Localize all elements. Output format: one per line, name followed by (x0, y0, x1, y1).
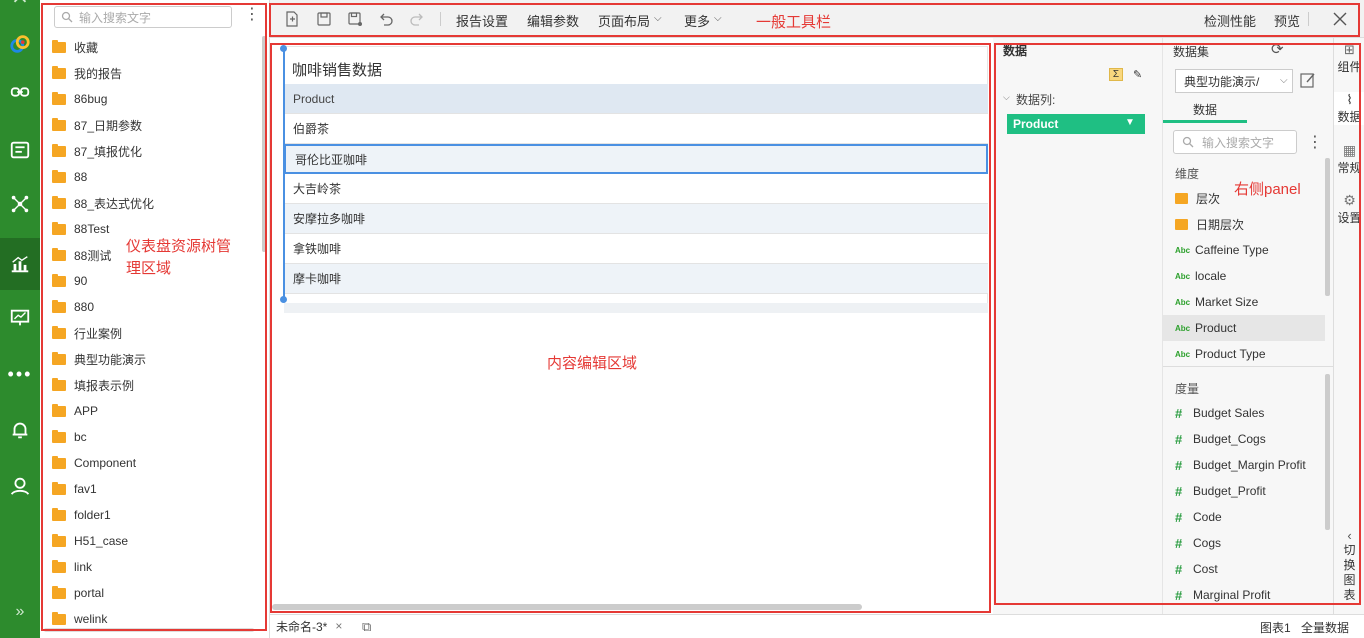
report-tab[interactable]: 未命名-3* × (270, 615, 350, 637)
tree-annotation: 仪表盘资源树管理区域 (126, 238, 232, 277)
network-icon[interactable] (0, 184, 40, 224)
full-data-label[interactable]: 全量数据 (1301, 619, 1349, 636)
annotation-box-tree (41, 3, 267, 631)
more-icon[interactable]: ••• (0, 354, 40, 394)
close-icon[interactable]: × (335, 619, 342, 633)
bell-icon[interactable] (0, 410, 40, 450)
toolbar-annotation: 一般工具栏 (756, 14, 832, 31)
content-annotation: 内容编辑区域 (547, 355, 638, 372)
user-icon[interactable] (0, 466, 40, 506)
expand-sidebar-icon[interactable]: » (0, 592, 40, 632)
app-sidebar: ••• » (0, 0, 40, 638)
app-logo-icon (0, 24, 40, 64)
status-bar: 未命名-3* × ⧉ 图表1 全量数据 (270, 614, 1364, 638)
dashboard-icon[interactable] (0, 238, 40, 290)
annotation-box-right-panel (994, 43, 1361, 605)
collapse-up-icon[interactable] (0, 0, 40, 12)
right-panel-annotation: 右侧panel (1234, 181, 1301, 198)
link-icon[interactable] (0, 72, 40, 112)
chart-label: 图表1 (1260, 621, 1291, 635)
annotation-box-content (270, 43, 991, 613)
form-icon[interactable] (0, 130, 40, 170)
report-tab-label: 未命名-3* (276, 619, 328, 634)
presentation-icon[interactable] (0, 298, 40, 338)
add-tab-icon[interactable]: ⧉ (362, 619, 371, 635)
